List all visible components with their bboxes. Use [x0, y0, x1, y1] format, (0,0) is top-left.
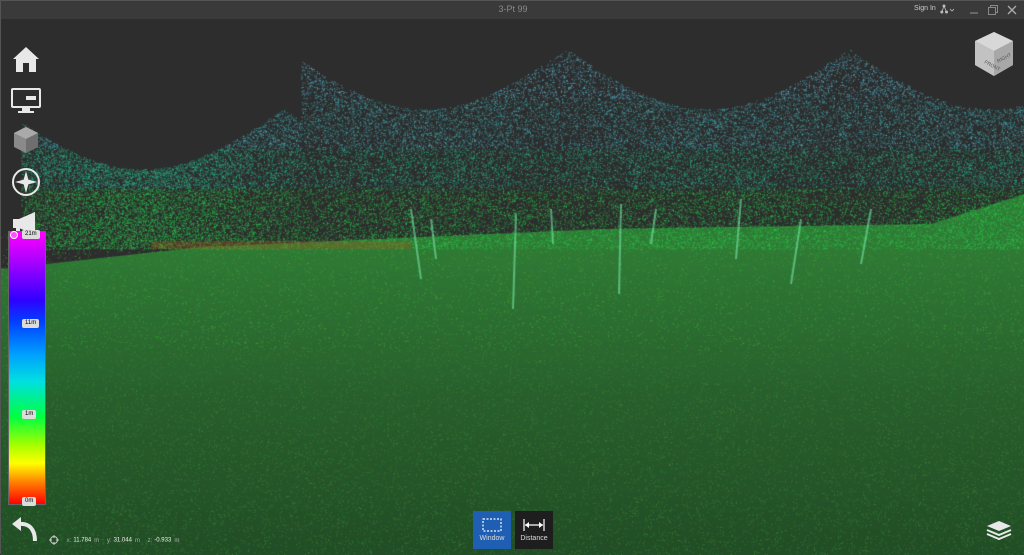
app-window: 3-Pt 99 Sign In 21m 11m 1m 0m x: 11.784 … [0, 0, 1024, 555]
cursor-coordinates: x: 11.784 m y: 31.044 m z: -0.933 m [49, 535, 179, 547]
y-unit: m [134, 537, 140, 544]
point-cloud-canvas[interactable] [1, 19, 1024, 555]
window-select-icon [482, 518, 502, 532]
legend-max-handle[interactable] [10, 231, 18, 239]
window-label: Window [479, 535, 505, 542]
home-icon[interactable] [9, 43, 43, 77]
close-icon[interactable] [1006, 4, 1018, 16]
sign-in-link[interactable]: Sign In [914, 5, 936, 12]
monitor-icon[interactable] [9, 83, 43, 117]
distance-measure-button[interactable]: Distance [515, 511, 553, 549]
cube-icon[interactable] [9, 123, 43, 157]
distance-label: Distance [520, 535, 548, 542]
legend-tick-max: 21m [22, 230, 40, 239]
z-label: z: [147, 537, 153, 544]
legend-tick-mid: 11m [22, 319, 40, 328]
legend-tick-low: 1m [22, 410, 37, 419]
z-value: -0.933 [154, 537, 172, 544]
compass-icon[interactable] [9, 165, 43, 199]
minimize-icon[interactable] [968, 4, 980, 16]
z-unit: m [174, 537, 180, 544]
window-title: 3-Pt 99 [498, 4, 528, 14]
restore-icon[interactable] [987, 4, 999, 16]
x-label: x: [66, 537, 72, 544]
view-cube[interactable]: FRONT RIGHT [973, 29, 1015, 79]
window-select-button[interactable]: Window [473, 511, 511, 549]
undo-icon[interactable] [9, 515, 41, 543]
layers-icon[interactable] [985, 517, 1013, 541]
legend-gradient [8, 231, 46, 505]
y-label: y: [106, 537, 112, 544]
y-value: 31.044 [113, 537, 132, 544]
point-cloud-viewport[interactable]: 21m 11m 1m 0m x: 11.784 m y: 31.044 m z: -0.9… [1, 19, 1024, 555]
distance-measure-icon [523, 519, 545, 531]
legend-tick-min: 0m [22, 497, 37, 506]
height-color-legend: 21m 11m 1m 0m [6, 230, 46, 511]
crosshair-icon [49, 535, 59, 545]
share-icon[interactable] [940, 4, 954, 15]
x-value: 11.784 [73, 537, 92, 544]
title-bar: 3-Pt 99 Sign In [1, 1, 1024, 20]
x-unit: m [94, 537, 100, 544]
